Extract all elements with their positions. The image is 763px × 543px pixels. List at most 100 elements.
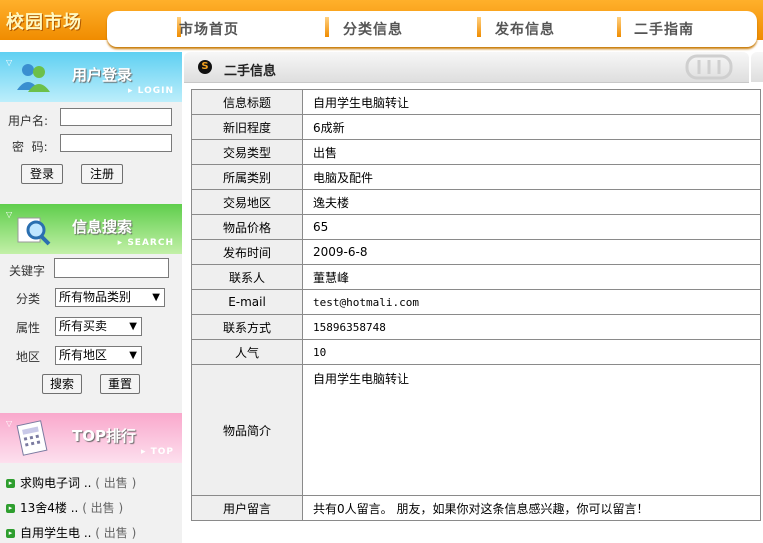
dropdown-arrow-icon: ▼ xyxy=(129,321,137,332)
dropdown-arrow-icon: ▼ xyxy=(129,350,137,361)
table-row: 新旧程度 6成新 xyxy=(191,114,761,140)
username-label: 用户名: xyxy=(8,114,49,128)
info-key: 发布时间 xyxy=(191,239,303,265)
category-select[interactable]: 所有物品类别 ▼ xyxy=(55,288,165,307)
table-row: 所属类别 电脑及配件 xyxy=(191,164,761,190)
table-row: 交易类型 出售 xyxy=(191,139,761,165)
description-text: 自用学生电脑转让 xyxy=(302,364,761,496)
info-key: 新旧程度 xyxy=(191,114,303,140)
login-panel-header: ▽ 用户登录 ▸ LOGIN xyxy=(0,52,182,102)
table-row: 人气 10 xyxy=(191,339,761,365)
table-row: 联系人 董慧峰 xyxy=(191,264,761,290)
top-item-tag: ( 出售 ) xyxy=(82,501,124,515)
top-subtitle: ▸ TOP xyxy=(140,447,174,457)
top-list-item[interactable]: ▸ 13舍4楼 .. ( 出售 ) xyxy=(6,499,123,516)
top-item-title[interactable]: 自用学生电 .. xyxy=(20,526,91,540)
table-row: 物品简介 自用学生电脑转让 xyxy=(191,364,761,496)
info-value-email[interactable]: test@hotmali.com xyxy=(302,289,761,315)
login-title: 用户登录 xyxy=(72,66,133,84)
password-label: 密 码: xyxy=(12,140,48,154)
collapse-triangle-icon: ▽ xyxy=(6,58,13,67)
top-item-title[interactable]: 13舍4楼 .. xyxy=(20,501,78,515)
content-tab-title: 二手信息 xyxy=(224,64,277,79)
description-label: 物品简介 xyxy=(191,364,303,496)
info-value: 2009-6-8 xyxy=(302,239,761,265)
nav-guide[interactable]: 二手指南 xyxy=(634,19,694,39)
collapse-triangle-icon: ▽ xyxy=(6,210,13,219)
table-row: 物品价格 65 xyxy=(191,214,761,240)
search-subtitle-text: SEARCH xyxy=(127,238,174,248)
login-subtitle-text: LOGIN xyxy=(137,86,174,96)
user-icon xyxy=(17,64,50,92)
type-select[interactable]: 所有买卖 ▼ xyxy=(55,317,142,336)
table-row: 交易地区 逸夫楼 xyxy=(191,189,761,215)
info-key: 联系人 xyxy=(191,264,303,290)
table-row: 信息标题 自用学生电脑转让 xyxy=(191,89,761,115)
calculator-icon xyxy=(16,420,48,456)
nav-home[interactable]: 市场首页 xyxy=(179,19,239,39)
site-logo[interactable]: 校园市场 xyxy=(6,8,82,34)
bullet-arrow-icon: ▸ xyxy=(6,529,15,538)
decorative-seal-icon xyxy=(685,54,733,80)
info-value: 10 xyxy=(302,339,761,365)
collapse-triangle-icon: ▽ xyxy=(6,419,13,428)
nav-divider xyxy=(325,17,329,37)
password-input[interactable] xyxy=(60,134,172,152)
info-key: 物品价格 xyxy=(191,214,303,240)
search-title: 信息搜索 xyxy=(72,218,133,236)
nav-publish[interactable]: 发布信息 xyxy=(495,19,555,39)
area-select[interactable]: 所有地区 ▼ xyxy=(55,346,142,365)
register-button[interactable]: 注册 xyxy=(81,164,123,184)
nav-categories[interactable]: 分类信息 xyxy=(343,19,403,39)
main-content: S 二手信息 信息标题 自用学生电脑转让 新旧程度 6成新 交易类型 出售 所属类别电… xyxy=(184,52,763,543)
info-value: 6成新 xyxy=(302,114,761,140)
info-key: 联系方式 xyxy=(191,314,303,340)
top-title: TOP排行 xyxy=(72,427,136,445)
type-select-value: 所有买卖 xyxy=(59,319,108,333)
site-header: 校园市场 市场首页 分类信息 发布信息 二手指南 xyxy=(0,0,763,50)
info-key: 交易地区 xyxy=(191,189,303,215)
top-list-item[interactable]: ▸ 求购电子词 .. ( 出售 ) xyxy=(6,474,136,491)
item-info-table: 信息标题 自用学生电脑转让 新旧程度 6成新 交易类型 出售 所属类别 电脑及配件 交易… xyxy=(191,89,761,521)
search-panel-header: ▽ 信息搜索 ▸ SEARCH xyxy=(0,204,182,254)
area-label: 地区 xyxy=(16,350,41,364)
search-subtitle: ▸ SEARCH xyxy=(117,238,174,248)
username-input[interactable] xyxy=(60,108,172,126)
bullet-arrow-icon: ▸ xyxy=(6,479,15,488)
top-item-title[interactable]: 求购电子词 .. xyxy=(20,476,91,490)
message-label: 用户留言 xyxy=(191,495,303,521)
top-panel-header: ▽ TOP排行 ▸ TOP xyxy=(0,413,182,463)
info-key: E-mail xyxy=(191,289,303,315)
keyword-input[interactable] xyxy=(54,258,169,278)
info-key: 人气 xyxy=(191,339,303,365)
table-row: E-mail test@hotmali.com xyxy=(191,289,761,315)
main-nav: 市场首页 分类信息 发布信息 二手指南 xyxy=(107,11,757,47)
area-select-value: 所有地区 xyxy=(59,348,108,362)
top-item-tag: ( 出售 ) xyxy=(95,526,137,540)
table-row: 发布时间 2009-6-8 xyxy=(191,239,761,265)
content-tab-bar-secondary xyxy=(751,52,763,82)
login-button[interactable]: 登录 xyxy=(21,164,63,184)
info-key: 信息标题 xyxy=(191,89,303,115)
info-value: 电脑及配件 xyxy=(302,164,761,190)
category-label: 分类 xyxy=(16,292,41,306)
dropdown-arrow-icon: ▼ xyxy=(152,292,160,303)
content-tab-bar: S 二手信息 xyxy=(184,52,749,83)
magnifier-icon xyxy=(17,217,51,246)
top-subtitle-text: TOP xyxy=(150,447,174,457)
left-sidebar: ▽ 用户登录 ▸ LOGIN 用户名: 密 码: 登录 注册 ▽ 信息搜索 ▸ … xyxy=(0,52,182,543)
info-value: 自用学生电脑转让 xyxy=(302,89,761,115)
nav-divider xyxy=(477,17,481,37)
top-item-tag: ( 出售 ) xyxy=(95,476,137,490)
bullet-arrow-icon: ▸ xyxy=(6,504,15,513)
message-text: 共有0人留言。 朋友，如果你对这条信息感兴趣，你可以留言！ xyxy=(302,495,761,521)
info-key: 所属类别 xyxy=(191,164,303,190)
login-subtitle: ▸ LOGIN xyxy=(128,86,174,96)
top-list-item[interactable]: ▸ 自用学生电 .. ( 出售 ) xyxy=(6,524,136,541)
info-value: 出售 xyxy=(302,139,761,165)
search-button[interactable]: 搜索 xyxy=(42,374,82,394)
info-value: 65 xyxy=(302,214,761,240)
currency-icon: S xyxy=(198,60,212,74)
reset-button[interactable]: 重置 xyxy=(100,374,140,394)
info-value: 董慧峰 xyxy=(302,264,761,290)
